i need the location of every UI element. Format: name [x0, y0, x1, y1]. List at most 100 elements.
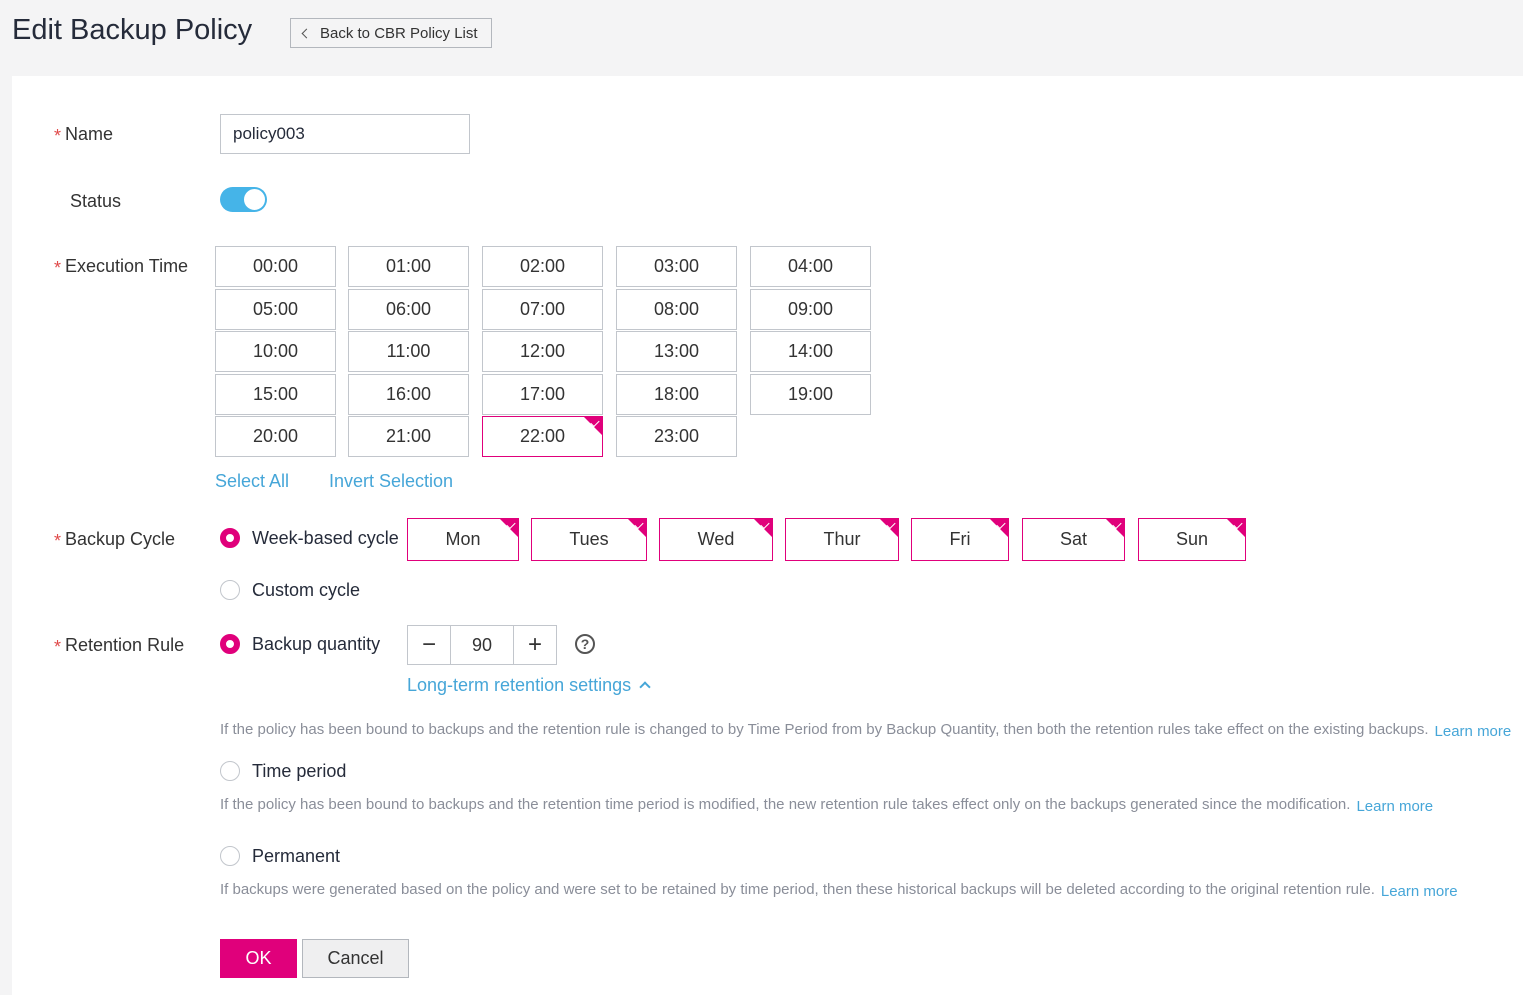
required-mark: * — [54, 126, 62, 146]
time-option[interactable]: 18:00 — [616, 374, 737, 415]
time-option-label: 07:00 — [519, 299, 566, 319]
chevron-left-icon — [301, 28, 312, 39]
required-mark: * — [54, 258, 62, 278]
time-option-label: 14:00 — [787, 341, 834, 361]
time-option-label: 16:00 — [385, 384, 432, 404]
select-all-link[interactable]: Select All — [215, 471, 289, 492]
time-option[interactable]: 08:00 — [616, 289, 737, 330]
time-option[interactable]: 20:00 — [215, 416, 336, 457]
back-button-label: Back to CBR Policy List — [320, 24, 478, 42]
time-option-label: 20:00 — [252, 426, 299, 446]
long-term-retention-link[interactable]: Long-term retention settings — [407, 675, 651, 696]
execution-time-label: * Execution Time — [54, 256, 189, 278]
time-option-label: 03:00 — [653, 256, 700, 276]
time-option-label: 04:00 — [787, 256, 834, 276]
ok-button[interactable]: OK — [220, 939, 297, 978]
increment-button[interactable]: + — [514, 626, 556, 664]
decrement-button[interactable]: − — [408, 626, 450, 664]
time-option-label: 08:00 — [653, 299, 700, 319]
selected-check-icon — [880, 519, 898, 537]
time-option[interactable]: 21:00 — [348, 416, 469, 457]
weekday-option-label: Wed — [697, 529, 735, 549]
backup-quantity-value[interactable]: 90 — [450, 626, 514, 664]
time-option[interactable]: 11:00 — [348, 331, 469, 372]
time-option[interactable]: 14:00 — [750, 331, 871, 372]
selected-check-icon — [584, 417, 602, 435]
time-option[interactable]: 19:00 — [750, 374, 871, 415]
weekday-option[interactable]: Tues — [531, 518, 647, 561]
week-based-cycle-radio[interactable] — [220, 528, 240, 548]
status-toggle[interactable] — [220, 187, 267, 212]
time-option[interactable]: 15:00 — [215, 374, 336, 415]
custom-cycle-label: Custom cycle — [252, 580, 361, 600]
time-option[interactable]: 16:00 — [348, 374, 469, 415]
backup-quantity-note-text: If the policy has been bound to backups … — [220, 721, 1429, 738]
weekday-option-label: Tues — [569, 529, 609, 549]
time-option[interactable]: 23:00 — [616, 416, 737, 457]
cancel-button[interactable]: Cancel — [302, 939, 409, 978]
help-icon[interactable]: ? — [575, 634, 595, 654]
selected-check-icon — [754, 519, 772, 537]
selected-check-icon — [990, 519, 1008, 537]
permanent-label: Permanent — [252, 846, 341, 866]
time-period-note-text: If the policy has been bound to backups … — [220, 796, 1351, 813]
time-option-label: 15:00 — [252, 384, 299, 404]
time-option[interactable]: 04:00 — [750, 246, 871, 287]
time-option[interactable]: 12:00 — [482, 331, 603, 372]
time-option-label: 18:00 — [653, 384, 700, 404]
weekday-option-label: Fri — [949, 529, 971, 549]
retention-rule-label: * Retention Rule — [54, 635, 185, 657]
time-option-label: 09:00 — [787, 299, 834, 319]
backup-quantity-note: If the policy has been bound to backups … — [220, 721, 1512, 740]
selected-check-icon — [628, 519, 646, 537]
time-option[interactable]: 17:00 — [482, 374, 603, 415]
time-period-note: If the policy has been bound to backups … — [220, 796, 1433, 815]
learn-more-link[interactable]: Learn more — [1381, 883, 1458, 900]
toggle-knob — [243, 188, 266, 211]
time-option[interactable]: 06:00 — [348, 289, 469, 330]
weekday-option[interactable]: Mon — [407, 518, 519, 561]
permanent-radio[interactable] — [220, 846, 240, 866]
time-option[interactable]: 00:00 — [215, 246, 336, 287]
custom-cycle-radio[interactable] — [220, 580, 240, 600]
time-option-label: 05:00 — [252, 299, 299, 319]
backup-cycle-label: * Backup Cycle — [54, 529, 176, 551]
time-option-label: 01:00 — [385, 256, 432, 276]
time-option-label: 06:00 — [385, 299, 432, 319]
time-option[interactable]: 07:00 — [482, 289, 603, 330]
weekday-option[interactable]: Sat — [1022, 518, 1125, 561]
time-option[interactable]: 01:00 — [348, 246, 469, 287]
time-option[interactable]: 03:00 — [616, 246, 737, 287]
time-option[interactable]: 22:00 — [482, 416, 603, 457]
time-option[interactable]: 13:00 — [616, 331, 737, 372]
weekday-option-label: Sun — [1175, 529, 1209, 549]
time-option[interactable]: 05:00 — [215, 289, 336, 330]
time-option[interactable]: 10:00 — [215, 331, 336, 372]
selected-check-icon — [1106, 519, 1124, 537]
weekday-option[interactable]: Thur — [785, 518, 899, 561]
weekday-option[interactable]: Sun — [1138, 518, 1246, 561]
name-field[interactable] — [220, 114, 470, 154]
selected-check-icon — [1227, 519, 1245, 537]
weekday-option-label: Mon — [445, 529, 481, 549]
time-option-label: 02:00 — [519, 256, 566, 276]
permanent-note: If backups were generated based on the p… — [220, 881, 1458, 900]
learn-more-link[interactable]: Learn more — [1435, 723, 1512, 740]
back-to-policy-list-button[interactable]: Back to CBR Policy List — [290, 18, 492, 48]
time-option[interactable]: 02:00 — [482, 246, 603, 287]
learn-more-link[interactable]: Learn more — [1356, 798, 1433, 815]
backup-quantity-radio[interactable] — [220, 634, 240, 654]
time-option-label: 12:00 — [519, 341, 566, 361]
required-mark: * — [54, 637, 62, 657]
time-option-label: 11:00 — [386, 341, 431, 361]
invert-selection-link[interactable]: Invert Selection — [329, 471, 453, 492]
weekday-option-label: Sat — [1059, 529, 1088, 549]
weekday-option[interactable]: Wed — [659, 518, 773, 561]
weekday-option[interactable]: Fri — [911, 518, 1009, 561]
time-option-label: 13:00 — [653, 341, 700, 361]
time-period-radio[interactable] — [220, 761, 240, 781]
time-option-label: 23:00 — [653, 426, 700, 446]
time-period-label: Time period — [252, 761, 347, 781]
time-option[interactable]: 09:00 — [750, 289, 871, 330]
backup-quantity-label: Backup quantity — [252, 634, 381, 654]
